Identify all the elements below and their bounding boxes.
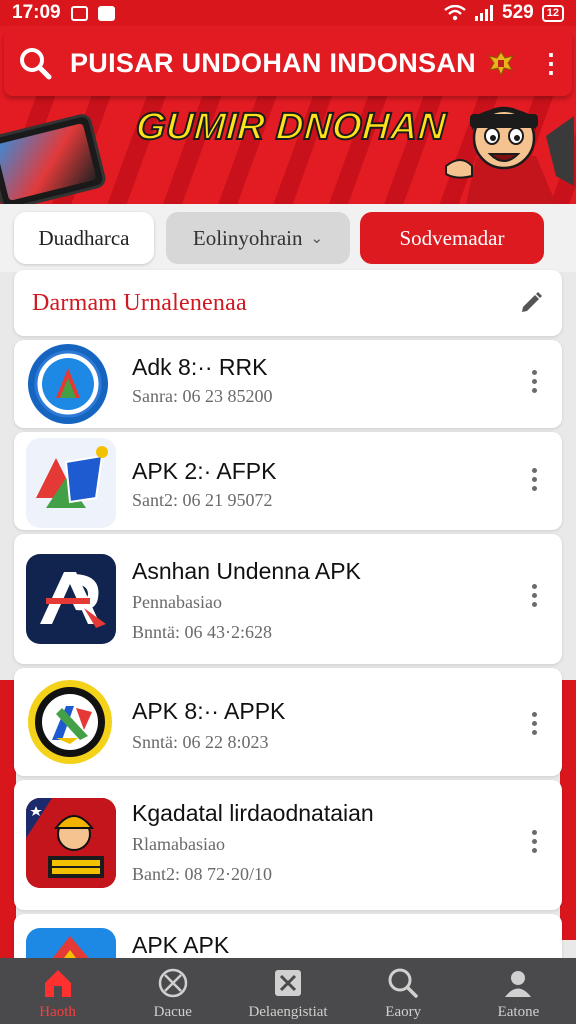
garuda-emblem-icon	[486, 48, 516, 78]
apps-icon	[275, 970, 301, 996]
app-meta: Snntä: 06 22 8:023	[132, 732, 269, 752]
nav-apps[interactable]: Delaengistiat	[230, 958, 345, 1024]
app-meta-type: Pennabasiao	[132, 592, 222, 612]
app-title: PUISAR UNDOHAN INDONSAN	[70, 47, 476, 78]
app-icon	[26, 438, 116, 528]
app-icon	[26, 554, 116, 644]
app-icon	[26, 678, 114, 766]
status-time: 17:09	[12, 2, 61, 23]
app-name: APK 2:· AFPK	[132, 458, 277, 484]
promo-banner[interactable]: GUMIR DNOHAN	[0, 96, 576, 204]
tab-label: Sodvemadar	[399, 225, 505, 250]
tab-duadharca[interactable]: Duadharca	[14, 212, 154, 264]
nav-home[interactable]: Haoth	[0, 958, 115, 1024]
list-item[interactable]: Adk 8:·· RRK Sanra: 06 23 85200	[14, 340, 562, 428]
more-options-icon[interactable]	[524, 468, 544, 491]
nav-profile[interactable]: Eatone	[461, 958, 576, 1024]
tab-active[interactable]: Sodvemadar	[360, 212, 544, 264]
nav-label: Eaory	[385, 1004, 422, 1020]
more-options-icon[interactable]	[524, 712, 544, 735]
signal-value: 529	[502, 2, 534, 23]
app-icon	[26, 342, 110, 426]
search-icon[interactable]	[18, 46, 52, 80]
nav-discover[interactable]: Dacue	[115, 958, 230, 1024]
list-item[interactable]: APK 8:·· APPK Snntä: 06 22 8:023	[14, 668, 562, 776]
chevron-down-icon: ⌄	[310, 230, 324, 247]
notification-icon	[70, 5, 88, 21]
app-name: APK APK	[132, 932, 230, 958]
app-icon	[26, 798, 116, 888]
nav-label: Eatone	[497, 1004, 540, 1020]
more-options-icon[interactable]	[524, 370, 544, 393]
app-name: Asnhan Undenna APK	[132, 558, 361, 584]
tab-dropdown[interactable]: Eolinyohrain ⌄	[166, 212, 350, 264]
app-name: Kgadatal lirdaodnataian	[132, 800, 374, 826]
app-meta: Sant2: 06 21 95072	[132, 490, 273, 510]
overflow-menu-icon[interactable]: ⋮	[538, 48, 564, 79]
tab-label: Duadharca	[38, 225, 130, 250]
wifi-icon	[444, 5, 466, 21]
status-bar: 17:09 529 12	[0, 0, 576, 26]
list-item[interactable]: Kgadatal lirdaodnataian Rlamabasiao Bant…	[14, 780, 562, 910]
section-title: Darmam Urnalenenaa	[32, 289, 247, 316]
compass-icon	[158, 968, 188, 998]
signal-icon	[475, 5, 494, 21]
list-item[interactable]: APK 2:· AFPK Sant2: 06 21 95072	[14, 432, 562, 530]
more-options-icon[interactable]	[524, 584, 544, 607]
home-icon	[44, 970, 71, 997]
section-header: Darmam Urnalenenaa	[14, 270, 562, 336]
list-item[interactable]: Asnhan Undenna APK Pennabasiao Bnntä: 06…	[14, 534, 562, 664]
app-meta: Sanra: 06 23 85200	[132, 386, 273, 406]
app-name: Adk 8:·· RRK	[132, 354, 268, 380]
nav-label: Haoth	[39, 1004, 76, 1020]
app-meta-type: Rlamabasiao	[132, 834, 225, 854]
tab-label: Eolinyohrain	[192, 225, 303, 250]
mascot-illustration	[445, 106, 574, 204]
battery-icon: 12	[541, 4, 564, 22]
search-icon	[388, 968, 418, 998]
filter-tabs: Duadharca Eolinyohrain ⌄ Sodvemadar	[0, 204, 576, 272]
message-icon	[97, 5, 115, 21]
app-name: APK 8:·· APPK	[132, 698, 286, 724]
edit-icon[interactable]	[518, 290, 544, 316]
app-meta: Bnntä: 06 43·2:628	[132, 622, 272, 642]
banner-headline: GUMIR DNOHAN	[134, 105, 449, 149]
app-meta: Bant2: 08 72·20/10	[132, 864, 272, 884]
nav-search[interactable]: Eaory	[346, 958, 461, 1024]
nav-label: Delaengistiat	[248, 1004, 328, 1020]
app-bar: PUISAR UNDOHAN INDONSAN ⋮	[4, 30, 572, 96]
more-options-icon[interactable]	[524, 830, 544, 853]
nav-label: Dacue	[153, 1004, 192, 1020]
profile-icon	[505, 971, 532, 997]
side-decoration-right	[560, 680, 576, 940]
bottom-navigation: Haoth Dacue Delaengistiat Eaory Eatone	[0, 958, 576, 1024]
battery-level: 12	[546, 7, 559, 19]
